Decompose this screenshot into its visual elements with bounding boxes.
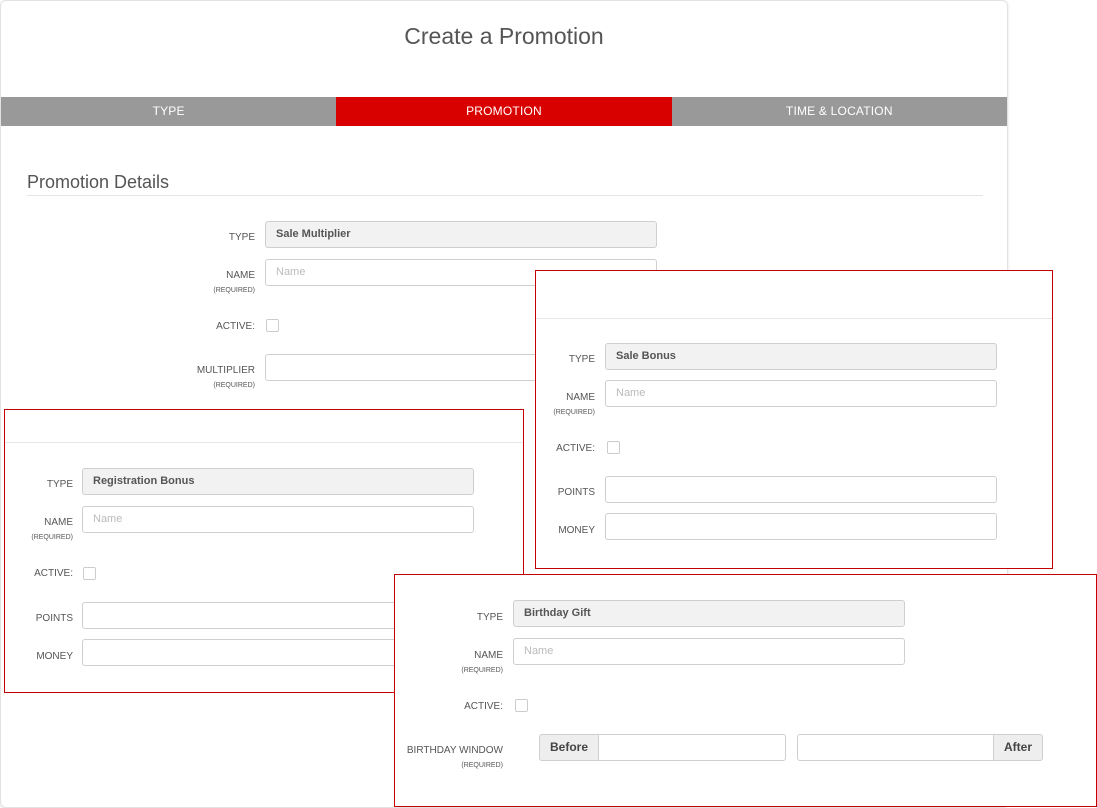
page-title: Create a Promotion	[404, 23, 604, 49]
section-title: Promotion Details	[27, 172, 170, 192]
name-label-text: NAME	[566, 392, 595, 403]
days-before-input[interactable]	[598, 734, 786, 761]
birthday-gift-panel: TYPE Birthday Gift NAME (REQUIRED) Name …	[394, 574, 1097, 807]
name-input[interactable]: Name	[605, 380, 997, 407]
active-checkbox[interactable]	[607, 441, 620, 454]
type-label: TYPE	[228, 232, 255, 243]
name-label-text: NAME	[44, 517, 73, 528]
multiplier-label-text: MULTIPLIER	[196, 365, 255, 376]
required-note: (REQUIRED)	[461, 762, 503, 769]
birthday-window-label-text: BIRTHDAY WINDOW	[406, 745, 503, 756]
required-note: (REQUIRED)	[213, 287, 255, 294]
birthday-window-label: BIRTHDAY WINDOW (REQUIRED)	[303, 745, 503, 769]
step-time-location[interactable]: TIME & LOCATION	[671, 97, 1007, 126]
money-label: MONEY	[36, 651, 73, 662]
before-addon: Before	[539, 734, 599, 761]
after-addon: After	[993, 734, 1043, 761]
type-label: TYPE	[568, 354, 595, 365]
step-promotion[interactable]: PROMOTION	[336, 97, 672, 126]
active-label: ACTIVE:	[216, 321, 255, 332]
money-label: MONEY	[558, 525, 595, 536]
name-input[interactable]: Name	[513, 638, 905, 665]
multiplier-label: MULTIPLIER (REQUIRED)	[55, 365, 255, 389]
points-label: POINTS	[557, 487, 595, 498]
type-field: Sale Bonus	[605, 343, 997, 370]
name-label-text: NAME	[226, 270, 255, 281]
name-label: NAME (REQUIRED)	[55, 270, 255, 294]
name-label-text: NAME	[474, 650, 503, 661]
type-label: TYPE	[476, 612, 503, 623]
panel-header	[536, 271, 1052, 319]
active-checkbox[interactable]	[83, 567, 96, 580]
section-divider	[27, 195, 983, 196]
active-label: ACTIVE:	[464, 701, 503, 712]
wizard-stepper: TYPE PROMOTION TIME & LOCATION	[1, 97, 1007, 126]
required-note: (REQUIRED)	[553, 409, 595, 416]
money-input[interactable]	[605, 513, 997, 540]
type-label: TYPE	[46, 479, 73, 490]
name-label: NAME (REQUIRED)	[303, 650, 503, 674]
name-label: NAME (REQUIRED)	[0, 517, 73, 541]
active-checkbox[interactable]	[266, 319, 279, 332]
type-field: Birthday Gift	[513, 600, 905, 627]
active-checkbox[interactable]	[515, 699, 528, 712]
days-after-input[interactable]	[797, 734, 994, 761]
points-label: POINTS	[35, 613, 73, 624]
required-note: (REQUIRED)	[213, 382, 255, 389]
step-type[interactable]: TYPE	[1, 97, 337, 126]
active-label: ACTIVE:	[556, 443, 595, 454]
required-note: (REQUIRED)	[461, 667, 503, 674]
sale-bonus-panel: TYPE Sale Bonus NAME (REQUIRED) Name ACT…	[535, 270, 1053, 569]
name-label: NAME (REQUIRED)	[395, 392, 595, 416]
points-input[interactable]	[605, 476, 997, 503]
required-note: (REQUIRED)	[31, 534, 73, 541]
active-label: ACTIVE:	[34, 568, 73, 579]
type-field: Sale Multiplier	[265, 221, 657, 248]
